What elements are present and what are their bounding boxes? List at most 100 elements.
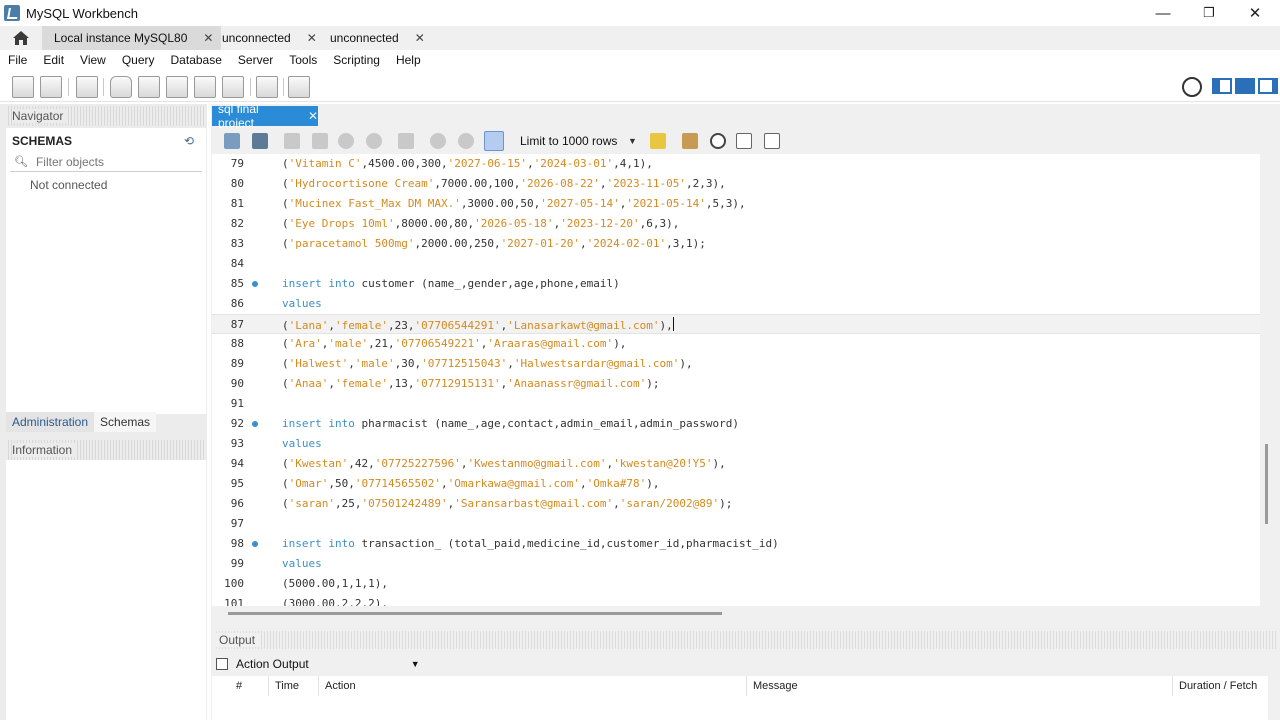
code-line[interactable]: 95 ('Omar',50,'07714565502','Omarkawa@gma… — [212, 474, 1260, 494]
new-sql-tab-icon[interactable] — [12, 76, 34, 98]
menu-database[interactable]: Database — [163, 53, 230, 67]
code-text: ('paracetamol 500mg',2000.00,250,'2027-0… — [282, 237, 706, 250]
create-view-icon[interactable] — [166, 76, 188, 98]
copy-icon — [216, 658, 228, 670]
code-line[interactable]: 80 ('Hydrocortisone Cream',7000.00,100,'2… — [212, 174, 1260, 194]
tab-administration[interactable]: Administration — [6, 412, 95, 432]
horizontal-scroll-thumb[interactable] — [228, 612, 722, 615]
commit-icon[interactable] — [430, 133, 446, 149]
menu-file[interactable]: File — [0, 53, 35, 67]
save-icon[interactable] — [252, 133, 268, 149]
sql-tab-close-icon[interactable]: ✕ — [308, 109, 318, 123]
column-header-time[interactable]: Time — [268, 676, 318, 696]
code-line[interactable]: 89 ('Halwest','male',30,'07712515043','Ha… — [212, 354, 1260, 374]
code-line[interactable]: 97 — [212, 514, 1260, 534]
vertical-scroll-thumb[interactable] — [1265, 444, 1268, 524]
open-sql-script-icon[interactable] — [40, 76, 62, 98]
execute-icon[interactable] — [284, 133, 300, 149]
find-icon[interactable] — [710, 133, 726, 149]
information-header: Information — [6, 440, 206, 460]
search-table-icon[interactable] — [256, 76, 278, 98]
filter-objects-input[interactable] — [35, 154, 196, 169]
add-snippet-icon[interactable] — [650, 133, 666, 149]
code-line[interactable]: 81 ('Mucinex Fast_Max DM MAX.',3000.00,50… — [212, 194, 1260, 214]
line-number: 90 — [230, 377, 244, 390]
output-type-select[interactable]: Action Output ▼ — [216, 654, 420, 674]
create-schema-icon[interactable] — [110, 76, 132, 98]
minimize-button[interactable]: — — [1140, 0, 1186, 26]
open-file-icon[interactable] — [224, 133, 240, 149]
line-number: 85 — [230, 277, 244, 290]
code-line[interactable]: 94 ('Kwestan',42,'07725227596','Kwestanmo… — [212, 454, 1260, 474]
toolbar-separator — [250, 78, 251, 96]
home-icon[interactable] — [8, 28, 34, 48]
line-number: 93 — [230, 437, 244, 450]
shell-icon[interactable] — [1182, 77, 1202, 97]
code-line[interactable]: 92 insert into pharmacist (name_,age,cont… — [212, 414, 1260, 434]
menu-edit[interactable]: Edit — [35, 53, 72, 67]
code-line[interactable]: 93 values — [212, 434, 1260, 454]
wrap-icon[interactable] — [764, 133, 780, 149]
tab-local-instance[interactable]: Local instance MySQL80 ✕ — [42, 26, 222, 50]
inspector-icon[interactable] — [76, 76, 98, 98]
reconnect-icon[interactable] — [288, 76, 310, 98]
column-header-message[interactable]: Message — [746, 676, 1172, 696]
limit-rows-select[interactable]: Limit to 1000 rows ▼ — [514, 131, 638, 151]
toggle-sidebar-icon[interactable] — [1212, 78, 1232, 94]
menu-view[interactable]: View — [72, 53, 114, 67]
code-line[interactable]: 101 (3000.00,2,2,2), — [212, 594, 1260, 606]
toolbar-separator — [283, 78, 284, 96]
invisible-chars-icon[interactable] — [736, 133, 752, 149]
tab-unconnected-2[interactable]: unconnected ✕ — [320, 26, 443, 50]
code-line[interactable]: 86 values — [212, 294, 1260, 314]
menu-help[interactable]: Help — [388, 53, 429, 67]
menu-query[interactable]: Query — [114, 53, 163, 67]
tab-sql-final-project[interactable]: sql final project ✕ — [212, 102, 318, 130]
beautify-icon[interactable] — [682, 133, 698, 149]
create-table-icon[interactable] — [138, 76, 160, 98]
create-function-icon[interactable] — [222, 76, 244, 98]
vertical-scrollbar[interactable] — [1262, 154, 1278, 606]
tab-unconnected-1[interactable]: unconnected ✕ — [212, 26, 325, 50]
code-line[interactable]: 84 — [212, 254, 1260, 274]
explain-icon[interactable] — [338, 133, 354, 149]
tab-close-icon[interactable]: ✕ — [307, 31, 317, 45]
column-header-number[interactable]: # — [230, 676, 268, 696]
toggle-output-icon[interactable] — [1235, 78, 1255, 94]
code-line[interactable]: 83 ('paracetamol 500mg',2000.00,250,'2027… — [212, 234, 1260, 254]
code-line[interactable]: 79 ('Vitamin C',4500.00,300,'2027-06-15',… — [212, 154, 1260, 174]
tab-close-icon[interactable]: ✕ — [415, 31, 425, 45]
code-line[interactable]: 96 ('saran',25,'07501242489','Saransarbas… — [212, 494, 1260, 514]
schemas-panel: SCHEMAS ⟲ 🔍︎ Not connected — [6, 128, 206, 414]
create-procedure-icon[interactable] — [194, 76, 216, 98]
tab-schemas[interactable]: Schemas — [94, 412, 157, 432]
column-header-duration[interactable]: Duration / Fetch — [1172, 676, 1268, 696]
code-line[interactable]: 100 (5000.00,1,1,1), — [212, 574, 1260, 594]
close-button[interactable]: ✕ — [1232, 0, 1278, 26]
toggle-continue-icon[interactable] — [398, 133, 414, 149]
code-line[interactable]: 87 ('Lana','female',23,'07706544291','Lan… — [212, 314, 1260, 334]
code-line[interactable]: 88 ('Ara','male',21,'07706549221','Araara… — [212, 334, 1260, 354]
code-line[interactable]: 99 values — [212, 554, 1260, 574]
refresh-icon[interactable]: ⟲ — [184, 134, 194, 148]
toggle-secondary-sidebar-icon[interactable] — [1258, 78, 1278, 94]
execute-current-icon[interactable] — [312, 133, 328, 149]
menu-tools[interactable]: Tools — [281, 53, 325, 67]
code-line[interactable]: 85 insert into customer (name_,gender,age… — [212, 274, 1260, 294]
line-number: 99 — [230, 557, 244, 570]
code-line[interactable]: 82 ('Eye Drops 10ml',8000.00,80,'2026-05-… — [212, 214, 1260, 234]
column-header-action[interactable]: Action — [318, 676, 746, 696]
stop-icon[interactable] — [366, 133, 382, 149]
code-line[interactable]: 98 insert into transaction_ (total_paid,m… — [212, 534, 1260, 554]
restore-button[interactable]: ❐ — [1186, 0, 1232, 26]
code-line[interactable]: 90 ('Anaa','female',13,'07712915131','Ana… — [212, 374, 1260, 394]
code-line[interactable]: 91 — [212, 394, 1260, 414]
menu-server[interactable]: Server — [230, 53, 281, 67]
code-text: ('Eye Drops 10ml',8000.00,80,'2026-05-18… — [282, 217, 680, 230]
menu-scripting[interactable]: Scripting — [325, 53, 388, 67]
autocommit-icon[interactable] — [484, 131, 504, 151]
sql-code-editor[interactable]: 79 ('Vitamin C',4500.00,300,'2027-06-15',… — [212, 154, 1260, 606]
rollback-icon[interactable] — [458, 133, 474, 149]
code-text: (3000.00,2,2,2), — [282, 597, 388, 606]
filter-box: 🔍︎ — [10, 152, 202, 172]
